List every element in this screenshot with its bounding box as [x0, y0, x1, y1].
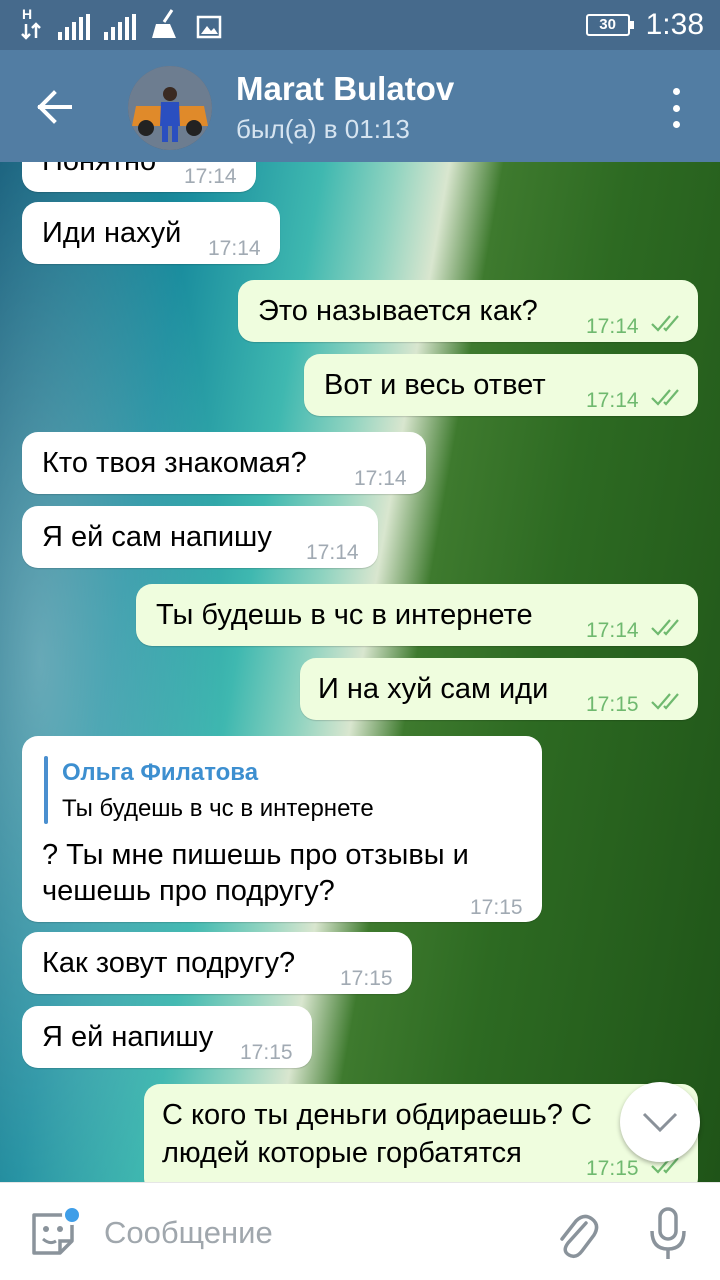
message-text: Это называется как? — [258, 295, 538, 327]
message-time: 17:14 — [184, 165, 237, 188]
reply-quote[interactable]: Ты будешь в чс в интернете — [62, 792, 374, 826]
avatar-photo — [128, 66, 212, 150]
message-text: Я ей сам напишу — [42, 521, 272, 553]
read-checks-icon — [651, 693, 679, 710]
message-outgoing[interactable]: С кого ты деньги обдираешь? С людей кото… — [144, 1084, 698, 1182]
message-incoming[interactable]: Понятно 17:14 — [22, 162, 256, 192]
attach-icon[interactable] — [552, 1207, 600, 1261]
message-outgoing[interactable]: Вот и весь ответ 17:14 — [304, 354, 698, 416]
message-time: 17:14 — [586, 315, 639, 338]
message-text: Я ей напишу — [42, 1021, 214, 1053]
message-outgoing[interactable]: И на хуй сам иди 17:15 — [300, 658, 698, 720]
message-time: 17:14 — [208, 237, 261, 260]
chevron-down-icon — [642, 1112, 678, 1133]
message-time: 17:14 — [586, 619, 639, 642]
image-icon — [196, 15, 222, 39]
back-arrow-icon[interactable] — [30, 82, 80, 132]
message-text: Вот и весь ответ — [324, 369, 546, 401]
message-incoming[interactable]: Иди нахуй 17:14 — [22, 202, 280, 264]
signal-icon — [58, 14, 90, 40]
message-text: Ты будешь в чс в интернете — [156, 599, 533, 631]
reply-accent-bar — [44, 756, 48, 824]
contact-name[interactable]: Marat Bulatov — [236, 70, 454, 108]
message-time: 17:15 — [586, 1157, 639, 1180]
message-composer — [0, 1182, 720, 1280]
message-incoming[interactable]: Я ей сам напишу 17:14 — [22, 506, 378, 568]
network-indicator: H — [20, 6, 44, 40]
message-time: 17:15 — [340, 967, 393, 990]
message-text: Кто твоя знакомая? — [42, 447, 307, 479]
avatar[interactable] — [128, 66, 212, 150]
message-text-line: ? Ты мне пишешь про отзывы и — [42, 839, 469, 871]
message-incoming[interactable]: Я ей напишу 17:15 — [22, 1006, 312, 1068]
last-seen-status: был(а) в 01:13 — [236, 114, 410, 144]
network-type: H — [22, 6, 33, 22]
read-checks-icon — [651, 315, 679, 332]
message-incoming-reply[interactable]: Ольга Филатова Ты будешь в чс в интернет… — [22, 736, 542, 922]
message-time: 17:15 — [586, 693, 639, 716]
message-text: Понятно — [42, 162, 156, 178]
reply-author[interactable]: Ольга Филатова — [62, 756, 258, 790]
message-time: 17:15 — [240, 1041, 293, 1064]
message-time: 17:14 — [306, 541, 359, 564]
message-outgoing[interactable]: Ты будешь в чс в интернете 17:14 — [136, 584, 698, 646]
message-incoming[interactable]: Кто твоя знакомая? 17:14 — [22, 432, 426, 494]
signal-icon — [104, 14, 136, 40]
status-bar: H 30 1:38 — [0, 0, 720, 50]
microphone-icon[interactable] — [646, 1205, 690, 1263]
status-clock: 1:38 — [645, 8, 704, 41]
message-text: Как зовут подругу? — [42, 947, 296, 979]
message-outgoing[interactable]: Это называется как? 17:14 — [238, 280, 698, 342]
scroll-down-button[interactable] — [620, 1082, 700, 1162]
message-input[interactable] — [104, 1211, 524, 1255]
message-list[interactable]: Понятно 17:14 Иди нахуй 17:14 Это называ… — [0, 162, 720, 1182]
cleaner-icon — [152, 9, 176, 38]
message-incoming[interactable]: Как зовут подругу? 17:15 — [22, 932, 412, 994]
notification-dot — [62, 1205, 82, 1225]
more-menu-icon[interactable] — [666, 88, 686, 128]
message-time: 17:15 — [470, 896, 523, 919]
chat-header: Marat Bulatov был(а) в 01:13 — [0, 50, 720, 162]
message-time: 17:14 — [586, 389, 639, 412]
battery-icon: 30 — [585, 14, 634, 36]
message-time: 17:14 — [354, 467, 407, 490]
message-text-line: чешешь про подругу? — [42, 875, 335, 907]
read-checks-icon — [651, 619, 679, 636]
status-icons-left: H — [20, 6, 222, 40]
data-arrows-icon — [21, 22, 41, 40]
message-text-line: людей которые горбатятся — [162, 1137, 522, 1169]
message-text: И на хуй сам иди — [318, 673, 549, 705]
message-text-line: С кого ты деньги обдираешь? С — [162, 1099, 592, 1131]
message-text: Иди нахуй — [42, 217, 182, 249]
read-checks-icon — [651, 389, 679, 406]
status-icons-right: 30 1:38 — [585, 6, 704, 44]
